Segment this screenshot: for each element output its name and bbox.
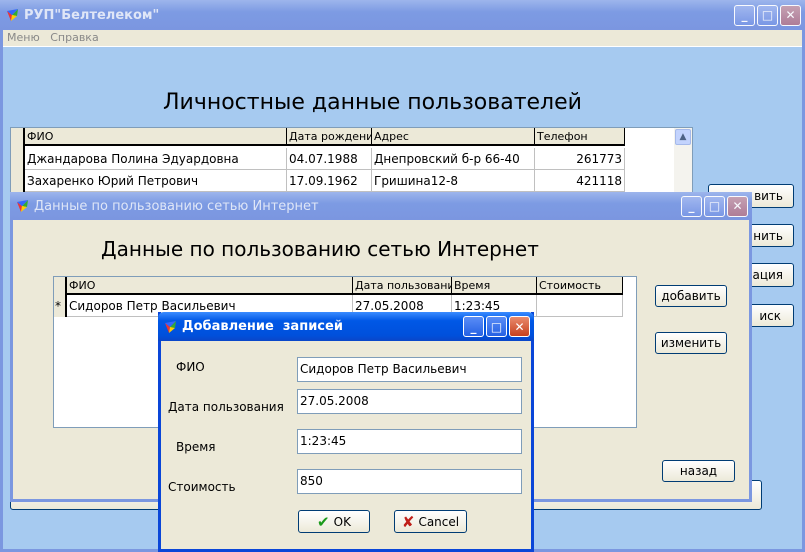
time-label: Время — [176, 440, 216, 454]
column-header[interactable]: Стоимость — [537, 277, 623, 295]
add-button[interactable]: добавить — [655, 285, 727, 307]
minimize-button[interactable]: _ — [681, 195, 702, 217]
close-button[interactable]: ✕ — [509, 316, 530, 337]
app-logo-icon — [17, 200, 28, 212]
maximize-button[interactable]: □ — [704, 195, 725, 217]
cross-icon: ✘ — [401, 512, 415, 531]
cell: 04.07.1988 — [287, 148, 372, 170]
dialog-title-bar[interactable]: Добавление записей _ □ ✕ — [158, 312, 534, 341]
cell — [537, 295, 623, 317]
date-label: Дата пользования — [168, 400, 284, 414]
fio-label: ФИО — [176, 360, 205, 374]
minimize-button[interactable]: _ — [463, 316, 484, 337]
internet-title: Данные по пользованию сетью Интернет — [34, 198, 319, 214]
internet-title-bar[interactable]: Данные по пользованию сетью Интернет _ □ ✕ — [10, 192, 752, 220]
cell: Захаренко Юрий Петрович — [25, 170, 287, 192]
cancel-button[interactable]: ✘ Cancel — [394, 510, 467, 533]
back-button[interactable]: назад — [662, 460, 735, 482]
column-header[interactable]: Адрес — [372, 128, 535, 146]
column-header[interactable]: ФИО — [25, 128, 287, 146]
scroll-up-arrow-icon[interactable]: ▲ — [675, 129, 691, 145]
app-logo-icon — [165, 320, 176, 333]
menu-bar: Меню Справка — [3, 30, 802, 47]
main-title: РУП"Белтелеком" — [24, 7, 160, 23]
cancel-label: Cancel — [418, 514, 460, 529]
cell: Гришина12-8 — [372, 170, 535, 192]
cell: 17.09.1962 — [287, 170, 372, 192]
ok-label: OK — [333, 514, 351, 529]
internet-heading: Данные по пользованию сетью Интернет — [101, 237, 539, 261]
cell: Днепровский б-р 66-40 — [372, 148, 535, 170]
main-title-bar[interactable]: РУП"Белтелеком" _ □ ✕ — [0, 0, 805, 30]
column-header[interactable]: ФИО — [67, 277, 353, 295]
menu-item-help[interactable]: Справка — [50, 31, 98, 44]
menu-item-menu[interactable]: Меню — [7, 31, 40, 44]
maximize-button[interactable]: □ — [757, 4, 778, 26]
time-input[interactable]: 1:23:45 — [297, 429, 522, 454]
cell: Джандарова Полина Эдуардовна — [25, 148, 287, 170]
edit-button[interactable]: изменить — [655, 332, 727, 354]
close-button[interactable]: ✕ — [727, 195, 748, 217]
column-header[interactable]: Дата рождения — [287, 128, 372, 146]
cost-label: Стоимость — [168, 480, 236, 494]
checkmark-icon: ✔ — [317, 512, 330, 531]
minimize-button[interactable]: _ — [734, 4, 755, 26]
column-header[interactable]: Время — [452, 277, 537, 295]
ok-button[interactable]: ✔ OK — [298, 510, 370, 533]
cost-input[interactable]: 850 — [297, 469, 522, 494]
cell: 261773 — [535, 148, 625, 170]
close-button[interactable]: ✕ — [780, 4, 801, 26]
column-header[interactable]: Дата пользования — [353, 277, 452, 295]
maximize-button[interactable]: □ — [486, 316, 507, 337]
cell: 421118 — [535, 170, 625, 192]
app-logo-icon — [7, 9, 18, 21]
column-header[interactable]: Телефон — [535, 128, 625, 146]
new-row-marker: * — [55, 299, 61, 313]
date-input[interactable]: 27.05.2008 — [297, 389, 522, 414]
fio-input[interactable]: Сидоров Петр Васильевич — [297, 357, 522, 382]
dialog-title: Добавление записей — [182, 319, 343, 334]
main-heading: Личностные данные пользователей — [163, 90, 582, 115]
